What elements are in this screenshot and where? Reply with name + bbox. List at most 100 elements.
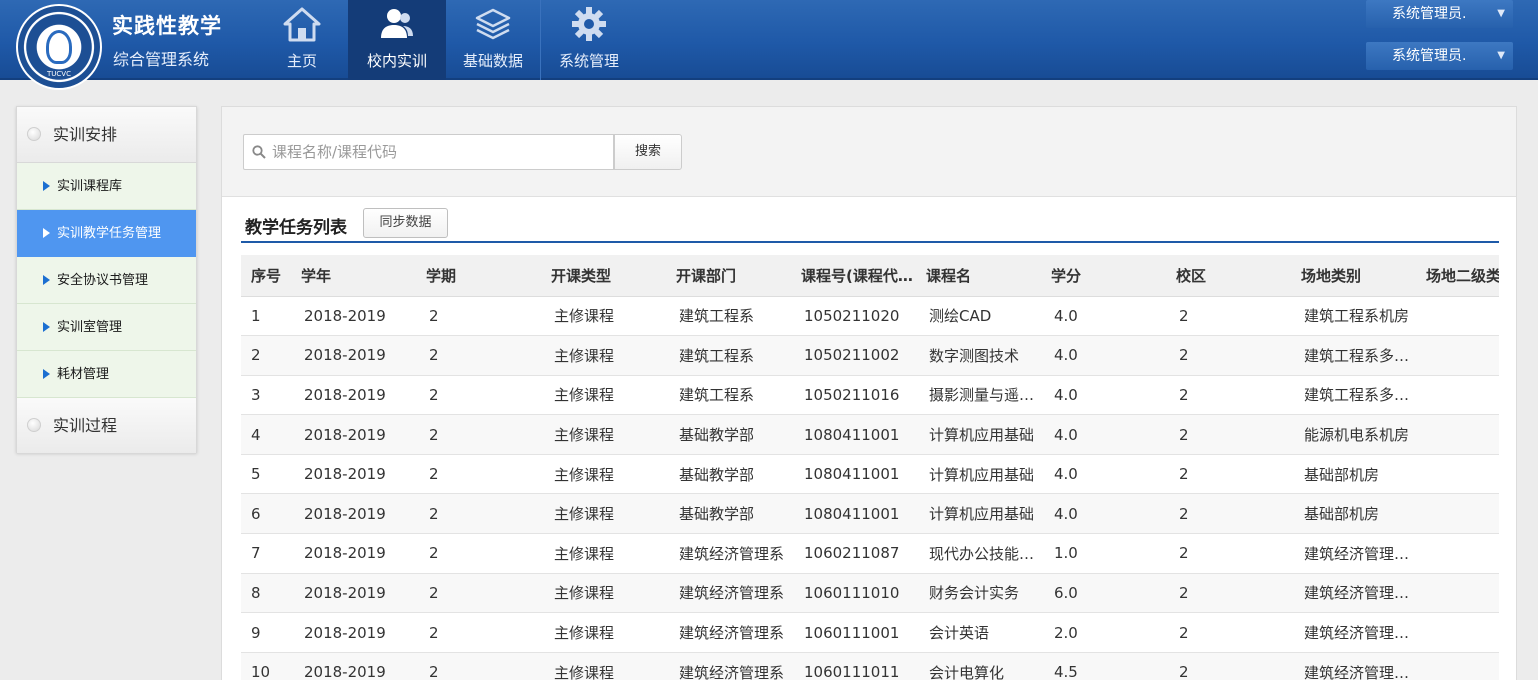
caret-down-icon: ▼ bbox=[1497, 50, 1505, 61]
cell-venue-sub bbox=[1416, 296, 1499, 336]
cell-type: 主修课程 bbox=[554, 584, 615, 603]
nav-home-label: 主页 bbox=[286, 52, 317, 70]
cell-credit: 4.5 bbox=[1054, 663, 1078, 680]
sidebar-item-safety-agreement[interactable]: 安全协议书管理 bbox=[17, 257, 196, 304]
table-row[interactable]: 3 2018-2019 2 主修课程 建筑工程系 1050211016 摄影测量与遥感技术 4… bbox=[241, 375, 1499, 415]
cell-campus: 2 bbox=[1179, 425, 1189, 444]
cell-course-name: 财务会计实务 bbox=[929, 584, 1020, 603]
cell-campus: 2 bbox=[1179, 544, 1189, 563]
cell-campus: 2 bbox=[1179, 663, 1189, 680]
cell-course-name: 摄影测量与遥感技术 bbox=[929, 386, 1041, 405]
users-icon bbox=[348, 6, 446, 42]
sidebar: 实训安排 实训课程库 实训教学任务管理 安全协议书管理 实训室管理 耗材管理 实… bbox=[16, 106, 197, 454]
sidebar-item-consumables[interactable]: 耗材管理 bbox=[17, 351, 196, 398]
cell-campus: 2 bbox=[1179, 504, 1189, 523]
cell-campus: 2 bbox=[1179, 346, 1189, 365]
cell-venue-sub bbox=[1416, 652, 1499, 680]
table-row[interactable]: 10 2018-2019 2 主修课程 建筑经济管理系 1060111011 会计电算化 4.… bbox=[241, 652, 1499, 680]
sidebar-group-training-process[interactable]: 实训过程 bbox=[17, 398, 196, 454]
user-menu-2[interactable]: 系统管理员. ▼ bbox=[1366, 42, 1513, 70]
cell-type: 主修课程 bbox=[554, 663, 615, 680]
cell-course-name: 测绘CAD bbox=[929, 307, 992, 326]
col-header-venue-sub: 场地二级类别 bbox=[1416, 255, 1499, 297]
search-icon bbox=[252, 145, 266, 159]
cell-index: 10 bbox=[251, 663, 271, 680]
cell-venue: 建筑工程系机房 bbox=[1304, 307, 1410, 326]
cell-venue-sub bbox=[1416, 534, 1499, 574]
sidebar-item-lab-management[interactable]: 实训室管理 bbox=[17, 304, 196, 351]
cell-course-name: 会计英语 bbox=[929, 624, 990, 643]
sync-data-button[interactable]: 同步数据 bbox=[363, 208, 448, 238]
cell-code: 1080411001 bbox=[804, 504, 900, 523]
cell-code: 1080411001 bbox=[804, 425, 900, 444]
table-row[interactable]: 7 2018-2019 2 主修课程 建筑经济管理系 1060211087 现代办公技能训练… bbox=[241, 534, 1499, 574]
table-row[interactable]: 6 2018-2019 2 主修课程 基础教学部 1080411001 计算机应用基础 4.0… bbox=[241, 493, 1499, 534]
user-name-1: 系统管理员. bbox=[1392, 6, 1467, 22]
table-row[interactable]: 1 2018-2019 2 主修课程 建筑工程系 1050211020 测绘CAD 4.0 2 建… bbox=[241, 296, 1499, 336]
sidebar-item-course-library[interactable]: 实训课程库 bbox=[17, 163, 196, 210]
cell-term: 2 bbox=[429, 465, 439, 484]
sidebar-group-label: 实训过程 bbox=[53, 416, 118, 435]
nav-system-admin-label: 系统管理 bbox=[558, 52, 619, 70]
cell-type: 主修课程 bbox=[554, 624, 615, 643]
caret-right-icon bbox=[43, 275, 50, 285]
cell-campus: 2 bbox=[1179, 465, 1189, 484]
cell-venue: 建筑工程系多媒体教室 bbox=[1304, 386, 1416, 405]
cell-venue-sub bbox=[1416, 613, 1499, 653]
cell-index: 3 bbox=[251, 385, 261, 404]
table-row[interactable]: 9 2018-2019 2 主修课程 建筑经济管理系 1060111001 会计英语 2.0 2… bbox=[241, 613, 1499, 653]
cell-type: 主修课程 bbox=[554, 386, 615, 405]
table-row[interactable]: 4 2018-2019 2 主修课程 基础教学部 1080411001 计算机应用基础 4.0… bbox=[241, 414, 1499, 455]
cell-dept: 基础教学部 bbox=[679, 505, 755, 524]
col-header-term: 学期 bbox=[416, 255, 541, 297]
cell-year: 2018-2019 bbox=[304, 623, 386, 642]
table-row[interactable]: 8 2018-2019 2 主修课程 建筑经济管理系 1060111010 财务会计实务 6.… bbox=[241, 573, 1499, 613]
search-input[interactable] bbox=[272, 135, 608, 169]
nav-home[interactable]: 主页 bbox=[256, 0, 348, 80]
sidebar-item-label: 实训教学任务管理 bbox=[57, 226, 162, 241]
cell-venue: 能源机电系机房 bbox=[1304, 426, 1410, 445]
cell-venue: 建筑经济管理系机房 bbox=[1304, 624, 1416, 643]
sidebar-item-task-management[interactable]: 实训教学任务管理 bbox=[17, 210, 196, 257]
layers-icon bbox=[446, 6, 540, 42]
col-header-dept: 开课部门 bbox=[666, 255, 791, 297]
nav-basic-data[interactable]: 基础数据 bbox=[446, 0, 540, 80]
cell-dept: 建筑经济管理系 bbox=[679, 584, 785, 603]
sidebar-item-label: 耗材管理 bbox=[57, 367, 110, 382]
cell-credit: 2.0 bbox=[1054, 623, 1078, 642]
logo-text: TUCVC bbox=[47, 70, 71, 78]
cell-campus: 2 bbox=[1179, 306, 1189, 325]
nav-campus-training[interactable]: 校内实训 bbox=[348, 0, 446, 80]
nav-system-admin[interactable]: 系统管理 bbox=[541, 0, 637, 80]
caret-right-icon bbox=[43, 322, 50, 332]
circle-icon bbox=[27, 418, 41, 432]
search-button[interactable]: 搜索 bbox=[614, 134, 682, 170]
search-field[interactable] bbox=[243, 134, 614, 170]
cell-code: 1080411001 bbox=[804, 465, 900, 484]
user-name-2: 系统管理员. bbox=[1392, 48, 1467, 64]
col-header-code: 课程号(课程代码) bbox=[791, 255, 916, 297]
cell-term: 2 bbox=[429, 425, 439, 444]
table-header: 序号学年学期开课类型开课部门课程号(课程代码)课程名学分校区场地类别场地二级类别 bbox=[241, 255, 1499, 297]
table-row[interactable]: 2 2018-2019 2 主修课程 建筑工程系 1050211002 数字测图技术 4.0 2… bbox=[241, 335, 1499, 376]
user-menu-1[interactable]: 系统管理员. ▼ bbox=[1366, 0, 1513, 28]
cell-year: 2018-2019 bbox=[304, 306, 386, 325]
cell-year: 2018-2019 bbox=[304, 583, 386, 602]
cell-venue: 建筑工程系多媒体教室 bbox=[1304, 346, 1416, 365]
sidebar-group-training-schedule[interactable]: 实训安排 bbox=[17, 107, 196, 163]
cell-index: 7 bbox=[251, 544, 261, 563]
cell-type: 主修课程 bbox=[554, 465, 615, 484]
table-row[interactable]: 5 2018-2019 2 主修课程 基础教学部 1080411001 计算机应用基础 4.0… bbox=[241, 454, 1499, 494]
cell-venue-sub bbox=[1416, 454, 1499, 494]
cell-course-name: 会计电算化 bbox=[929, 663, 1005, 680]
cell-year: 2018-2019 bbox=[304, 504, 386, 523]
cell-term: 2 bbox=[429, 504, 439, 523]
col-header-credit: 学分 bbox=[1041, 255, 1166, 297]
sidebar-item-label: 实训室管理 bbox=[57, 320, 123, 335]
cell-course-name: 计算机应用基础 bbox=[929, 505, 1035, 524]
school-logo: TUCVC bbox=[16, 4, 102, 90]
cell-code: 1050211020 bbox=[804, 306, 900, 325]
cell-term: 2 bbox=[429, 583, 439, 602]
gear-icon bbox=[541, 6, 637, 42]
cell-year: 2018-2019 bbox=[304, 346, 386, 365]
